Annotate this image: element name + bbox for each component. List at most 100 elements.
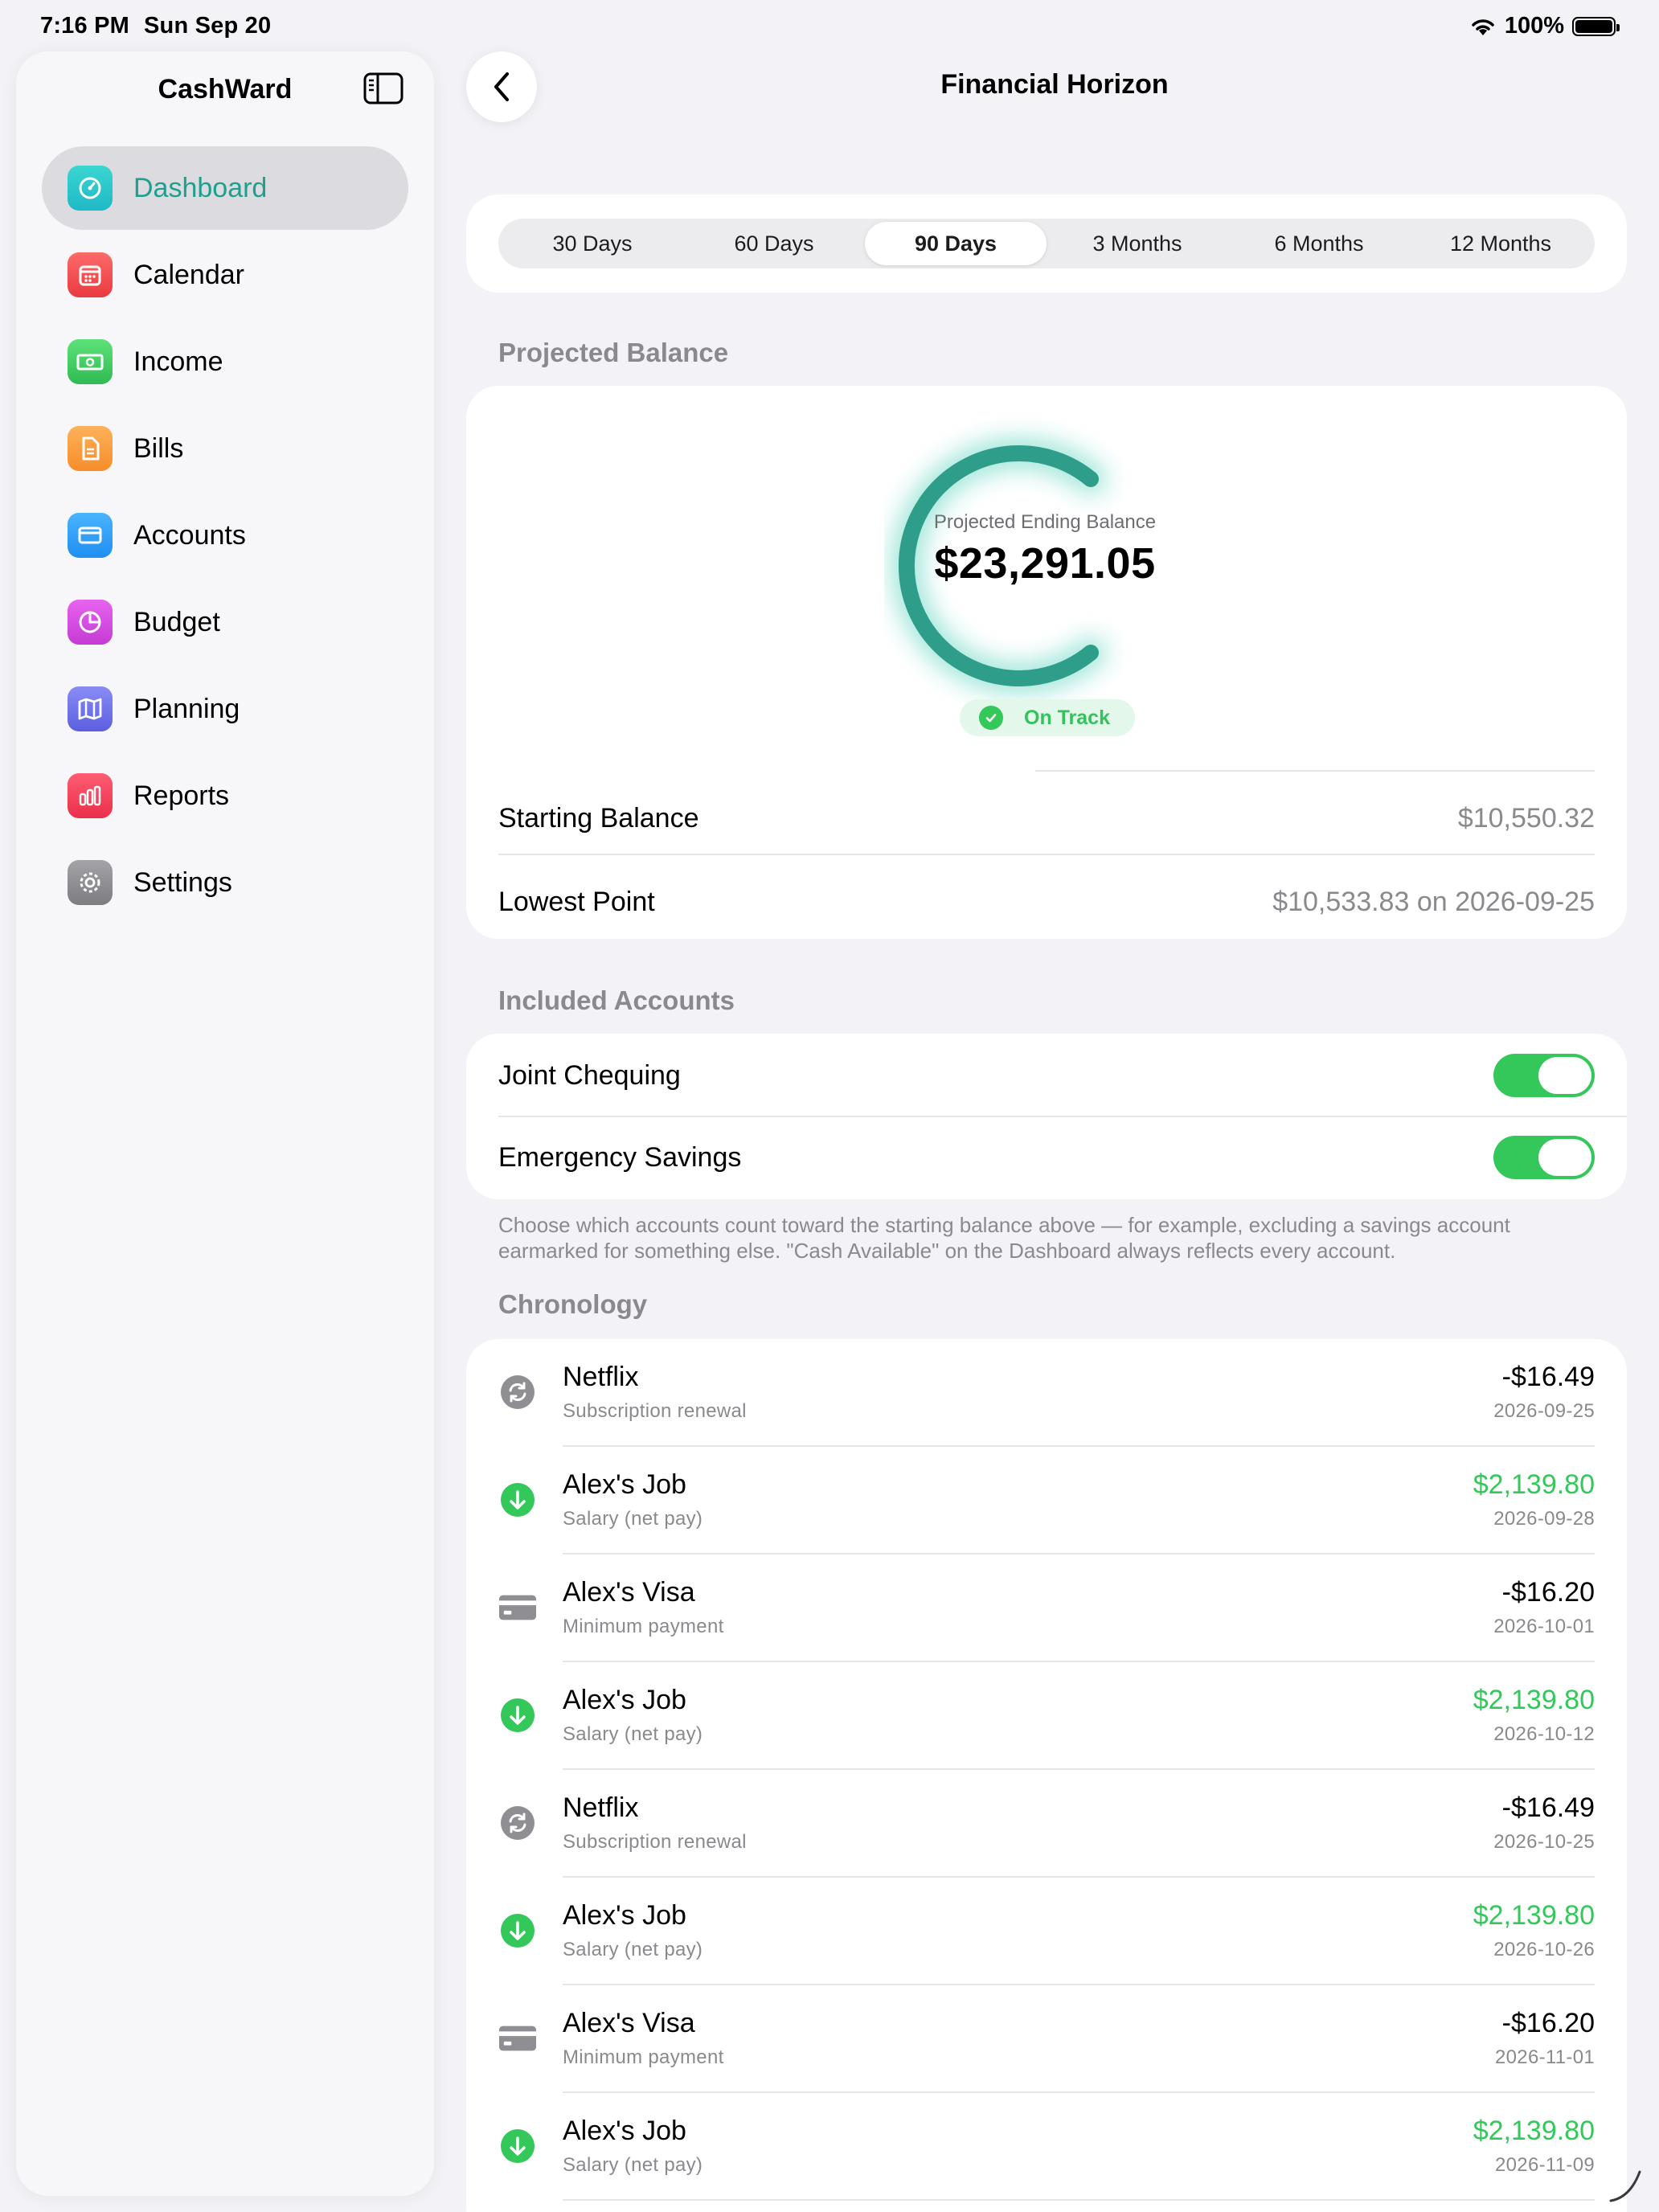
transaction-date: 2026-10-01 <box>1493 1616 1595 1637</box>
status-badge: On Track <box>960 699 1135 736</box>
transaction-subtitle: Minimum payment <box>563 1616 724 1637</box>
range-option-3-months[interactable]: 3 Months <box>1047 222 1228 265</box>
list-item[interactable]: Alex's Visa Minimum payment -$16.20 2026… <box>466 1985 1627 2093</box>
list-item[interactable]: Alex's Job Salary (net pay) $2,139.80 20… <box>466 1662 1627 1770</box>
range-option-60-days[interactable]: 60 Days <box>683 222 865 265</box>
transaction-subtitle: Subscription renewal <box>563 1831 747 1853</box>
sidebar-item-label: Planning <box>133 693 240 724</box>
battery-icon <box>1572 16 1620 36</box>
accounts-footnote: Choose which accounts count toward the s… <box>498 1213 1510 1263</box>
transaction-amount: -$16.20 <box>1501 2008 1595 2038</box>
divider <box>498 854 1595 855</box>
lowest-point-label: Lowest Point <box>498 886 655 917</box>
account-row-joint-chequing: Joint Chequing <box>498 1050 1595 1101</box>
recurring-icon <box>498 1373 537 1411</box>
list-item[interactable]: Alex's Job Salary (net pay) $2,139.80 20… <box>466 2093 1627 2201</box>
sidebar: CashWard Dashboard Calendar Income Bills… <box>16 51 434 2196</box>
sidebar-item-label: Calendar <box>133 259 244 290</box>
list-item[interactable]: Alex's Job Salary (net pay) $2,139.80 20… <box>466 1447 1627 1555</box>
status-date: Sun Sep 20 <box>144 13 272 39</box>
starting-balance-label: Starting Balance <box>498 802 699 834</box>
transaction-name: Alex's Job <box>563 1469 686 1500</box>
account-name: Joint Chequing <box>498 1059 681 1091</box>
joint-chequing-toggle[interactable] <box>1493 1054 1595 1097</box>
sidebar-item-label: Budget <box>133 606 220 637</box>
range-option-90-days[interactable]: 90 Days <box>865 222 1047 265</box>
list-item[interactable]: Alex's Job Salary (net pay) $2,139.80 20… <box>466 1878 1627 1985</box>
lowest-point-value: $10,533.83 on 2026-09-25 <box>1272 886 1595 917</box>
sidebar-item-label: Income <box>133 346 223 377</box>
divider <box>498 1116 1627 1117</box>
bar-chart-icon <box>68 773 113 818</box>
arrow-down-circle-icon <box>498 1911 537 1950</box>
transaction-amount: -$16.49 <box>1501 1362 1595 1392</box>
arrow-down-circle-icon <box>498 1481 537 1519</box>
status-bar: 7:16 PM Sun Sep 20 100% <box>0 0 1659 51</box>
sidebar-item-bills[interactable]: Bills <box>42 407 408 490</box>
ring-label: Projected Ending Balance <box>933 511 1157 533</box>
transaction-subtitle: Salary (net pay) <box>563 2154 703 2176</box>
sidebar-item-calendar[interactable]: Calendar <box>42 233 408 317</box>
list-item[interactable]: Netflix Subscription renewal -$16.49 202… <box>466 1770 1627 1878</box>
arrow-down-circle-icon <box>498 1696 537 1735</box>
sidebar-item-label: Settings <box>133 866 232 898</box>
transaction-amount: $2,139.80 <box>1473 1900 1595 1931</box>
transaction-date: 2026-11-01 <box>1495 2046 1595 2068</box>
divider <box>563 2199 1595 2201</box>
included-accounts-card: Joint Chequing Emergency Savings <box>466 1034 1627 1199</box>
account-name: Emergency Savings <box>498 1141 742 1173</box>
credit-card-icon <box>68 513 113 558</box>
dashboard-icon <box>68 166 113 211</box>
sidebar-header: CashWard <box>16 51 434 140</box>
starting-balance-row: Starting Balance $10,550.32 <box>498 794 1595 842</box>
chronology-section-label: Chronology <box>498 1289 648 1319</box>
sidebar-item-label: Accounts <box>133 519 246 551</box>
sidebar-toggle-button[interactable] <box>363 71 403 106</box>
sidebar-item-dashboard[interactable]: Dashboard <box>42 146 408 230</box>
range-option-6-months[interactable]: 6 Months <box>1228 222 1410 265</box>
status-text: On Track <box>1024 706 1110 729</box>
transaction-date: 2026-10-25 <box>1493 1831 1595 1853</box>
transaction-date: 2026-10-12 <box>1493 1723 1595 1745</box>
sidebar-item-accounts[interactable]: Accounts <box>42 494 408 577</box>
transaction-date: 2026-09-28 <box>1493 1508 1595 1530</box>
divider <box>1035 770 1595 772</box>
chronology-card: Netflix Subscription renewal -$16.49 202… <box>466 1339 1627 2212</box>
transaction-name: Alex's Job <box>563 2116 686 2146</box>
sidebar-toggle-icon <box>363 72 403 104</box>
list-item[interactable]: Alex's Visa Minimum payment -$16.20 2026… <box>466 1555 1627 1662</box>
sidebar-item-label: Bills <box>133 432 184 464</box>
checkmark-icon <box>979 706 1003 730</box>
sidebar-item-label: Reports <box>133 780 230 811</box>
transaction-name: Netflix <box>563 1792 639 1823</box>
transaction-amount: $2,139.80 <box>1473 1469 1595 1500</box>
transaction-amount: -$16.20 <box>1501 1577 1595 1608</box>
status-right: 100% <box>1469 13 1620 39</box>
transaction-name: Alex's Job <box>563 1900 686 1931</box>
projected-section-label: Projected Balance <box>498 338 729 367</box>
list-item[interactable]: Netflix Subscription renewal -$16.49 202… <box>466 1339 1627 1447</box>
transaction-name: Alex's Visa <box>563 1577 695 1608</box>
sidebar-item-income[interactable]: Income <box>42 320 408 403</box>
range-segmented-control: 30 Days 60 Days 90 Days 3 Months 6 Month… <box>498 219 1595 268</box>
range-option-12-months[interactable]: 12 Months <box>1410 222 1591 265</box>
transaction-date: 2026-11-09 <box>1495 2154 1595 2176</box>
range-option-30-days[interactable]: 30 Days <box>502 222 683 265</box>
pencil-hover-icon <box>1609 2170 1641 2202</box>
lowest-point-row: Lowest Point $10,533.83 on 2026-09-25 <box>498 878 1595 926</box>
page-title: Financial Horizon <box>940 69 1169 100</box>
projected-balance-card: Projected Ending Balance $23,291.05 On T… <box>466 386 1627 939</box>
sidebar-item-settings[interactable]: Settings <box>42 841 408 924</box>
status-time: 7:16 PM Sun Sep 20 <box>40 13 271 39</box>
gear-icon <box>68 860 113 905</box>
calendar-icon <box>68 252 113 297</box>
sidebar-item-budget[interactable]: Budget <box>42 580 408 664</box>
emergency-savings-toggle[interactable] <box>1493 1136 1595 1179</box>
battery-percent: 100% <box>1504 13 1564 39</box>
sidebar-item-planning[interactable]: Planning <box>42 667 408 751</box>
sidebar-item-reports[interactable]: Reports <box>42 754 408 838</box>
transaction-name: Alex's Job <box>563 1685 686 1715</box>
banknote-icon <box>68 339 113 384</box>
credit-card-icon <box>498 2019 537 2058</box>
transaction-subtitle: Salary (net pay) <box>563 1939 703 1960</box>
